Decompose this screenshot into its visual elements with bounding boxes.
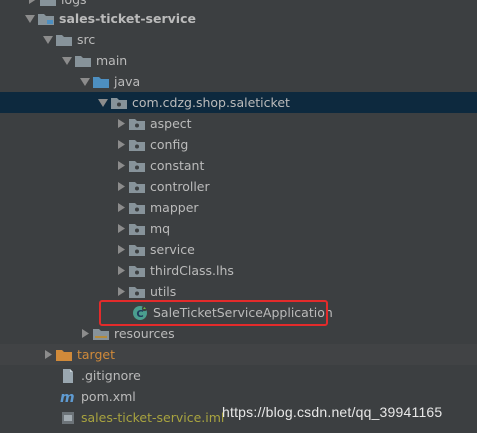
module-folder-icon (38, 12, 54, 25)
tree-item-subpackage[interactable]: service (0, 239, 477, 260)
chevron-right-icon[interactable] (42, 344, 54, 365)
package-icon (129, 180, 145, 193)
tree-item-label: target (77, 347, 116, 362)
chevron-right-icon[interactable] (115, 155, 127, 176)
tree-item-label: mq (150, 221, 171, 236)
tree-item-label: thirdClass.lhs (150, 263, 234, 278)
resources-folder-icon (93, 327, 109, 340)
tree-item-label: java (114, 74, 141, 89)
tree-item-subpackage[interactable]: mq (0, 218, 477, 239)
package-icon (129, 243, 145, 256)
chevron-right-icon[interactable] (115, 260, 127, 281)
tree-item-label: main (96, 53, 128, 68)
chevron-down-icon[interactable] (97, 92, 109, 113)
tree-item-label: .gitignore (81, 368, 141, 383)
package-icon (129, 222, 145, 235)
tree-item-label: controller (150, 179, 210, 194)
module-file-icon (60, 410, 76, 426)
tree-item-label: sales-ticket-service (59, 11, 196, 26)
tree-item-label: utils (150, 284, 177, 299)
tree-item-label: constant (150, 158, 205, 173)
chevron-right-icon[interactable] (115, 176, 127, 197)
package-icon (111, 96, 127, 109)
tree-item-label: aspect (150, 116, 192, 131)
chevron-right-icon[interactable] (79, 323, 91, 344)
package-icon (129, 285, 145, 298)
tree-item-label: resources (114, 326, 175, 341)
tree-item-subpackage[interactable]: config (0, 134, 477, 155)
package-icon (129, 117, 145, 130)
package-icon (129, 159, 145, 172)
chevron-down-icon[interactable] (61, 50, 73, 71)
tree-item-package[interactable]: com.cdzg.shop.saleticket (0, 92, 477, 113)
tree-item-subpackage[interactable]: thirdClass.lhs (0, 260, 477, 281)
folder-icon (56, 33, 72, 46)
watermark: https://blog.csdn.net/qq_39941165 (222, 404, 443, 420)
maven-icon: m (60, 389, 76, 405)
chevron-down-icon[interactable] (24, 8, 36, 29)
tree-item-subpackage[interactable]: constant (0, 155, 477, 176)
chevron-down-icon[interactable] (79, 71, 91, 92)
text-file-icon (60, 368, 76, 384)
tree-item-subpackage[interactable]: aspect (0, 113, 477, 134)
tree-item-label: com.cdzg.shop.saleticket (132, 95, 290, 110)
folder-icon (75, 54, 91, 67)
source-folder-icon (93, 75, 109, 88)
tree-item-main[interactable]: main (0, 50, 477, 71)
tree-item-src[interactable]: src (0, 29, 477, 50)
tree-item-label: service (150, 242, 195, 257)
tree-item-module[interactable]: sales-ticket-service (0, 8, 477, 29)
tree-item-gitignore[interactable]: .gitignore (0, 365, 477, 386)
tree-item-subpackage[interactable]: controller (0, 176, 477, 197)
folder-icon (40, 0, 56, 6)
chevron-right-icon[interactable] (115, 134, 127, 155)
tree-item-java[interactable]: java (0, 71, 477, 92)
tree-item-subpackage[interactable]: utils (0, 281, 477, 302)
tree-item-resources[interactable]: resources (0, 323, 477, 344)
chevron-right-icon[interactable] (115, 218, 127, 239)
package-icon (129, 264, 145, 277)
excluded-folder-icon (56, 348, 72, 361)
project-tree: logs sales-ticket-service src main (0, 0, 477, 433)
tree-item-label: mapper (150, 200, 199, 215)
chevron-right-icon[interactable] (115, 197, 127, 218)
package-icon (129, 138, 145, 151)
tree-item-label: pom.xml (81, 389, 136, 404)
tree-item-subpackage[interactable]: mapper (0, 197, 477, 218)
tree-item-label: config (150, 137, 189, 152)
chevron-right-icon[interactable] (115, 239, 127, 260)
package-icon (129, 201, 145, 214)
tree-item-label: src (77, 32, 96, 47)
chevron-right-icon[interactable] (115, 113, 127, 134)
chevron-down-icon[interactable] (42, 29, 54, 50)
chevron-right-icon[interactable] (115, 281, 127, 302)
svg-text:m: m (60, 390, 75, 405)
tree-item-target[interactable]: target (0, 344, 477, 365)
tree-item-label: sales-ticket-service.iml (81, 410, 225, 425)
